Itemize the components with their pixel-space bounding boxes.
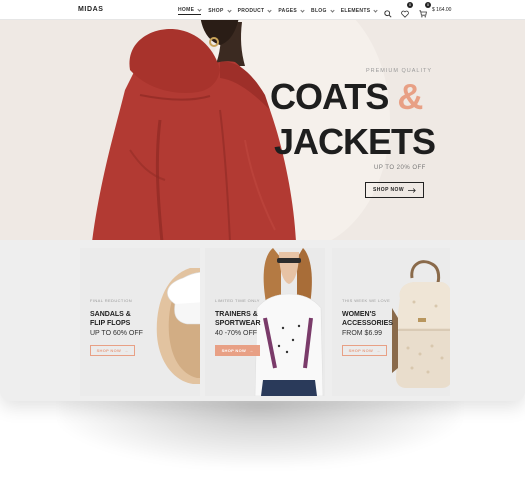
nav-elements-label: ELEMENTS [340, 8, 371, 14]
site-header: MIDAS HOME SHOP PRODUCT PAGES BLOG ELEME… [0, 0, 525, 20]
nav-pages[interactable]: PAGES [278, 7, 305, 15]
hero-title-line2: JACKETS [274, 121, 436, 162]
banner-shop-now-label: SHOP NOW [348, 348, 374, 353]
chevron-down-icon [267, 7, 273, 13]
banner-title-line1: WOMEN'S [342, 311, 376, 318]
arrow-right-icon: → [376, 348, 381, 353]
cart-count-badge: 0 [425, 2, 431, 8]
banner-shop-now-button[interactable]: SHOP NOW → [342, 345, 387, 356]
nav-shop[interactable]: SHOP [208, 7, 232, 15]
banner-pre-title: FINAL REDUCTION [90, 298, 133, 303]
nav-blog-label: BLOG [311, 8, 327, 14]
hero-slider: PREMIUM QUALITY COATS & JACKETS UP TO 20… [0, 20, 525, 240]
chevron-down-icon [226, 7, 232, 13]
hero-title-line1: COATS & [270, 76, 423, 118]
banner-title: WOMEN'S ACCESSORIES [342, 310, 393, 328]
nav-pages-label: PAGES [278, 8, 298, 14]
banner-subtitle: FROM $6.99 [342, 330, 383, 337]
banner-title-line1: SANDALS & [90, 311, 131, 318]
chevron-down-icon [373, 7, 378, 13]
backpack-image [392, 260, 450, 388]
banner-pre-title: THIS WEEK WE LOVE [342, 298, 391, 303]
banner-title: SANDALS & FLIP FLOPS [90, 310, 131, 328]
nav-product[interactable]: PRODUCT [237, 7, 273, 15]
browser-frame: MIDAS HOME SHOP PRODUCT PAGES BLOG ELEME… [0, 0, 525, 401]
sandal-image [156, 268, 200, 384]
hero-title-word1: COATS [270, 76, 389, 117]
banner-pre-title: LIMITED TIME ONLY [215, 298, 260, 303]
wishlist-count-badge: 0 [407, 2, 413, 8]
nav-product-label: PRODUCT [237, 8, 265, 14]
banner-shop-now-button[interactable]: SHOP NOW → [90, 345, 135, 356]
nav-home[interactable]: HOME [178, 6, 202, 15]
nav-elements[interactable]: ELEMENTS [341, 7, 378, 15]
hero-subtitle: UP TO 20% OFF [374, 165, 426, 171]
chevron-down-icon [197, 6, 202, 12]
banner-subtitle: 40 -70% OFF [215, 330, 258, 337]
banner-shop-now-label: SHOP NOW [96, 348, 122, 353]
hero-shop-now-button[interactable]: SHOP NOW [365, 182, 424, 198]
hero-pre-title: PREMIUM QUALITY [366, 68, 433, 74]
banner-accessories[interactable]: THIS WEEK WE LOVE WOMEN'S ACCESSORIES FRO… [332, 248, 450, 396]
banner-shop-now-label: SHOP NOW [221, 348, 247, 353]
banner-sandals[interactable]: FINAL REDUCTION SANDALS & FLIP FLOPS UP T… [80, 248, 200, 396]
banner-title: TRAINERS & SPORTWEAR [215, 310, 261, 328]
banner-title-line2: ACCESSORIES [342, 320, 393, 327]
chevron-down-icon [300, 7, 305, 13]
nav-blog[interactable]: BLOG [311, 7, 335, 15]
site-logo[interactable]: MIDAS [78, 6, 104, 13]
banner-subtitle: UP TO 60% OFF [90, 330, 143, 337]
banner-title-line1: TRAINERS & [215, 311, 258, 318]
nav-home-label: HOME [178, 7, 195, 13]
cart-total[interactable]: $ 164.00 [432, 7, 451, 13]
nav-shop-label: SHOP [208, 8, 224, 14]
banner-trainers[interactable]: LIMITED TIME ONLY TRAINERS & SPORTWEAR 40… [205, 248, 325, 396]
arrow-right-icon: → [124, 348, 129, 353]
banner-shop-now-button[interactable]: SHOP NOW → [215, 345, 260, 356]
arrow-right-icon [407, 187, 416, 193]
main-nav: HOME SHOP PRODUCT PAGES BLOG ELEMENTS [178, 6, 384, 15]
hero-shop-now-label: SHOP NOW [373, 187, 404, 193]
page-shadow [60, 396, 460, 466]
banner-title-line2: SPORTWEAR [215, 320, 261, 327]
chevron-down-icon [330, 7, 335, 13]
banner-title-line2: FLIP FLOPS [90, 320, 131, 327]
hero-title-ampersand: & [397, 76, 423, 117]
arrow-right-icon: → [249, 348, 254, 353]
